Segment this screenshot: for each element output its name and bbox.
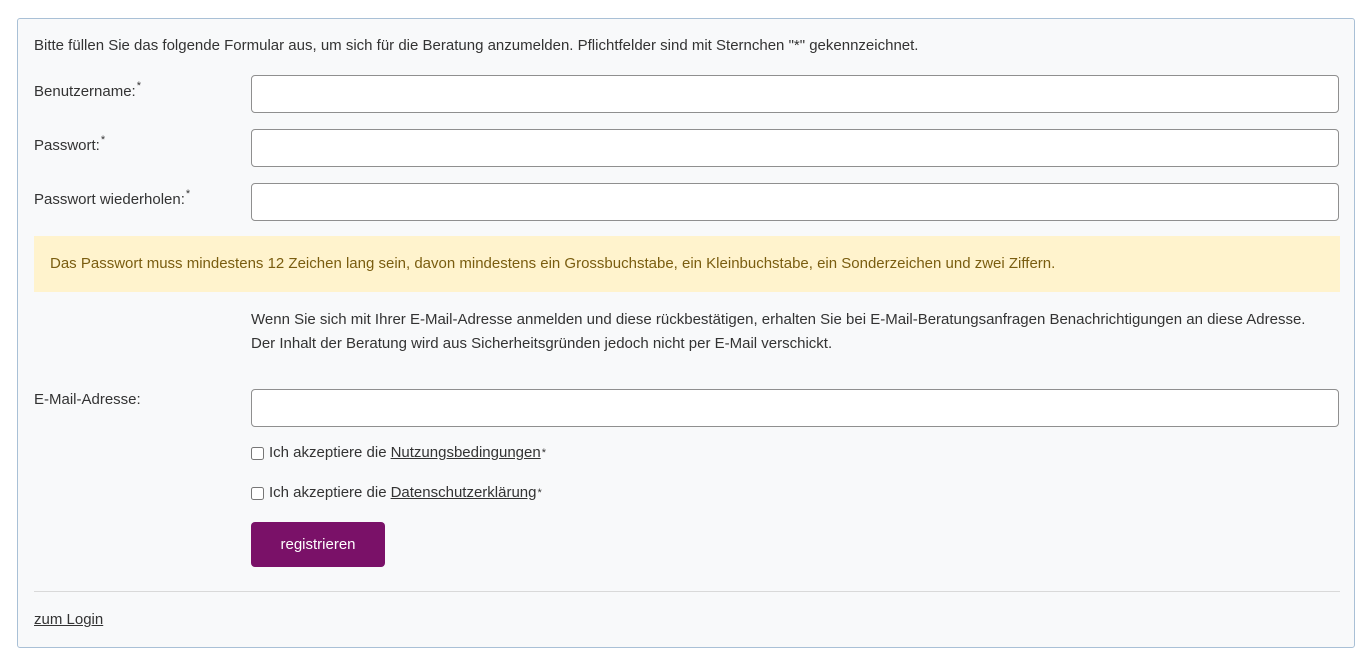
email-info-text: Wenn Sie sich mit Ihrer E-Mail-Adresse a… — [251, 311, 1306, 352]
username-label: Benutzername:* — [34, 76, 141, 102]
privacy-row: Ich akzeptiere die Datenschutzerklärung * — [251, 483, 542, 503]
required-marker: * — [136, 80, 142, 92]
divider — [34, 591, 1340, 592]
required-marker: * — [537, 487, 542, 499]
password-repeat-label: Passwort wiederholen:* — [34, 184, 190, 210]
form-intro-text: Bitte füllen Sie das folgende Formular a… — [34, 37, 919, 54]
terms-checkbox[interactable] — [251, 446, 264, 460]
register-button[interactable]: registrieren — [251, 522, 385, 567]
terms-link[interactable]: Nutzungsbedingungen — [391, 443, 541, 463]
password-label-text: Passwort: — [34, 137, 100, 154]
privacy-checkbox[interactable] — [251, 486, 264, 500]
privacy-prefix: Ich akzeptiere die — [269, 484, 387, 501]
required-marker: * — [185, 188, 191, 200]
password-label: Passwort:* — [34, 130, 105, 156]
password-input[interactable] — [251, 129, 1339, 167]
username-label-text: Benutzername: — [34, 83, 136, 100]
email-input[interactable] — [251, 389, 1339, 427]
privacy-link[interactable]: Datenschutzerklärung — [391, 483, 537, 503]
terms-prefix: Ich akzeptiere die — [269, 444, 387, 461]
required-marker: * — [541, 447, 546, 459]
password-requirements-alert: Das Passwort muss mindestens 12 Zeichen … — [34, 236, 1340, 292]
registration-panel: Bitte füllen Sie das folgende Formular a… — [17, 18, 1355, 648]
username-input[interactable] — [251, 75, 1339, 113]
terms-row: Ich akzeptiere die Nutzungsbedingungen * — [251, 443, 546, 463]
password-repeat-input[interactable] — [251, 183, 1339, 221]
password-repeat-label-text: Passwort wiederholen: — [34, 191, 185, 208]
required-marker: * — [100, 134, 106, 146]
email-label: E-Mail-Adresse: — [34, 391, 141, 408]
login-link[interactable]: zum Login — [34, 610, 103, 630]
